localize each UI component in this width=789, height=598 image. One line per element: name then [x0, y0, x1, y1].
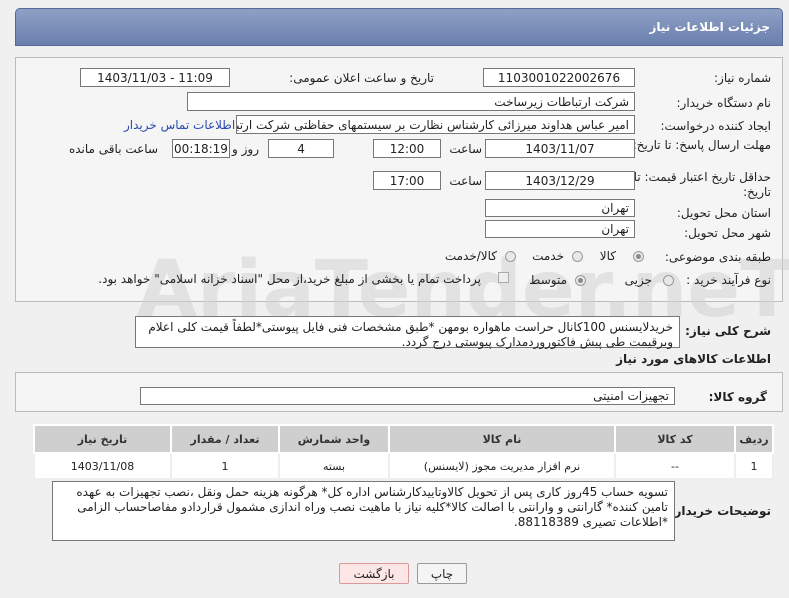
category-option-service: خدمت	[532, 249, 564, 263]
back-button[interactable]: بازگشت	[339, 563, 409, 584]
reply-time-label: ساعت	[449, 142, 482, 156]
validity-time-label: ساعت	[449, 174, 482, 188]
province-field: تهران	[485, 199, 635, 217]
days-label: روز و	[232, 142, 259, 156]
remaining-time-field: 00:18:19	[172, 139, 230, 158]
cell-qty: 1	[170, 452, 280, 480]
validity-date-field: 1403/12/29	[485, 171, 635, 190]
need-number-label: شماره نیاز:	[714, 71, 771, 85]
goods-group-field: تجهیزات امنیتی	[140, 387, 675, 405]
buyer-notes-label: توضیحات خریدار:	[669, 504, 771, 518]
validity-label: حداقل تاریخ اعتبار قیمت: تا تاریخ:	[633, 170, 771, 199]
print-button[interactable]: چاپ	[417, 563, 467, 584]
col-header-row-num: ردیف	[734, 424, 774, 454]
province-label: استان محل تحویل:	[676, 206, 771, 220]
reply-date-field: 1403/11/07	[485, 139, 635, 158]
validity-time-field: 17:00	[373, 171, 441, 190]
need-number-field: 1103001022002676	[483, 68, 635, 87]
col-header-qty: تعداد / مقدار	[170, 424, 280, 454]
category-radio-service[interactable]	[572, 251, 583, 262]
goods-group-label: گروه کالا:	[708, 390, 767, 404]
col-header-date: تاریخ نیاز	[33, 424, 172, 454]
category-radio-goods-service[interactable]	[505, 251, 516, 262]
creator-label: ایجاد کننده درخواست:	[660, 119, 771, 133]
payment-note: پرداخت تمام یا بخشی از مبلغ خرید،از محل …	[98, 272, 481, 286]
category-option-goods-service: کالا/خدمت	[444, 249, 497, 263]
table-row: 1 -- نرم افزار مدیریت مجوز (لایسنس) بسته…	[33, 452, 774, 480]
category-label: طبقه بندی موضوعی:	[664, 250, 771, 264]
category-option-goods: کالا	[599, 249, 616, 263]
city-field: تهران	[485, 220, 635, 238]
days-field: 4	[268, 139, 334, 158]
cell-row-num: 1	[734, 452, 774, 480]
goods-section-title: اطلاعات کالاهای مورد نیاز	[616, 352, 771, 366]
page-header: جزئیات اطلاعات نیاز	[15, 8, 783, 46]
buyer-notes-text: تسویه حساب 45روز کاری پس از تحویل کالاوت…	[52, 481, 675, 541]
reply-time-field: 12:00	[373, 139, 441, 158]
summary-label: شرح کلی نیاز:	[685, 324, 771, 338]
reply-deadline-label: مهلت ارسال پاسخ: تا تاریخ:	[632, 138, 771, 152]
cell-unit: بسته	[278, 452, 390, 480]
announce-label: تاریخ و ساعت اعلان عمومی:	[289, 71, 434, 85]
buyer-org-label: نام دستگاه خریدار:	[676, 96, 772, 110]
col-header-name: نام کالا	[388, 424, 616, 454]
contact-info-link[interactable]: اطلاعات تماس خریدار	[124, 118, 235, 132]
cell-code: --	[614, 452, 736, 480]
buyer-org-field: شرکت ارتباطات زیرساخت	[187, 92, 635, 111]
goods-table-wrapper: ردیف کد کالا نام کالا واحد شمارش تعداد /…	[33, 424, 774, 480]
category-radio-goods[interactable]	[633, 251, 644, 262]
announce-field: 1403/11/03 - 11:09	[80, 68, 230, 87]
col-header-unit: واحد شمارش	[278, 424, 390, 454]
treasury-payment-checkbox[interactable]	[498, 272, 509, 283]
purchase-type-label: نوع فرآیند خرید :	[686, 273, 771, 287]
creator-field: امیر عباس هداوند میرزائی کارشناس نظارت ب…	[236, 115, 635, 134]
purchase-radio-minor[interactable]	[663, 275, 674, 286]
purchase-option-minor: جزیی	[624, 273, 652, 287]
summary-text: خریدلایسنس 100کانال حراست ماهواره بومهن …	[135, 316, 680, 349]
table-header-row: ردیف کد کالا نام کالا واحد شمارش تعداد /…	[33, 424, 774, 454]
purchase-radio-medium[interactable]	[575, 275, 586, 286]
remaining-label: ساعت باقی مانده	[68, 142, 158, 156]
page-title: جزئیات اطلاعات نیاز	[649, 20, 770, 34]
city-label: شهر محل تحویل:	[684, 226, 771, 240]
cell-date: 1403/11/08	[33, 452, 172, 480]
purchase-option-medium: متوسط	[529, 273, 567, 287]
col-header-code: کد کالا	[614, 424, 736, 454]
goods-table: ردیف کد کالا نام کالا واحد شمارش تعداد /…	[33, 424, 774, 480]
cell-name: نرم افزار مدیریت مجوز (لایسنس)	[388, 452, 616, 480]
